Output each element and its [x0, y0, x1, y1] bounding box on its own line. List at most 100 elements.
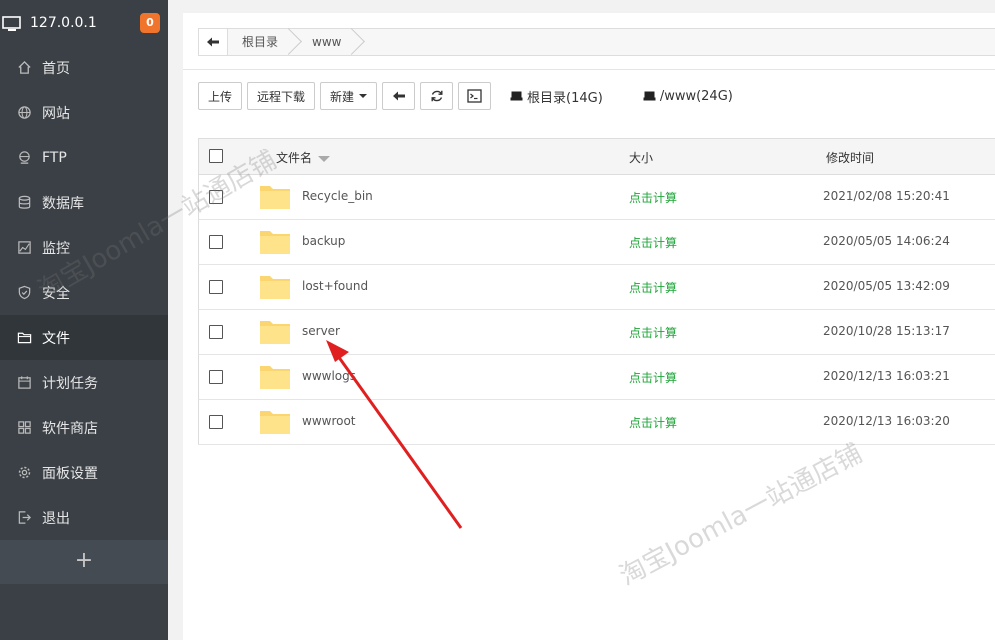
- row-checkbox[interactable]: [209, 370, 223, 384]
- grid-icon: [16, 420, 32, 436]
- row-checkbox[interactable]: [209, 415, 223, 429]
- remote-download-button[interactable]: 远程下载: [247, 82, 316, 110]
- terminal-button[interactable]: [458, 82, 492, 110]
- breadcrumb-item-www[interactable]: www: [298, 29, 355, 55]
- file-size-calc[interactable]: 点击计算: [629, 279, 677, 296]
- sidebar-item-cron[interactable]: 计划任务: [0, 360, 168, 405]
- table-row[interactable]: backup 点击计算 2020/05/05 14:06:24: [198, 220, 995, 265]
- folder-icon: [260, 321, 290, 344]
- row-checkbox[interactable]: [209, 280, 223, 294]
- file-name[interactable]: wwwroot: [302, 414, 356, 428]
- divider: [183, 69, 995, 70]
- file-size-calc[interactable]: 点击计算: [629, 189, 677, 206]
- file-modified-time: 2020/05/05 13:42:09: [823, 279, 950, 293]
- file-modified-time: 2020/12/13 16:03:21: [823, 369, 950, 383]
- server-ip: 127.0.0.1: [30, 14, 97, 31]
- breadcrumb: 根目录 www: [198, 28, 995, 56]
- file-modified-time: 2020/05/05 14:06:24: [823, 234, 950, 248]
- file-modified-time: 2020/12/13 16:03:20: [823, 414, 950, 428]
- row-checkbox[interactable]: [209, 235, 223, 249]
- arrow-left-icon: [392, 91, 405, 101]
- breadcrumb-item-root[interactable]: 根目录: [228, 29, 292, 55]
- column-header-name[interactable]: 文件名: [276, 149, 331, 166]
- row-checkbox[interactable]: [209, 190, 223, 204]
- back-button[interactable]: [382, 82, 416, 110]
- shield-icon: [16, 285, 32, 301]
- gear-icon: [16, 465, 32, 481]
- monitor-chart-icon: [16, 240, 32, 256]
- sidebar-item-website[interactable]: 网站: [0, 90, 168, 135]
- column-header-modified[interactable]: 修改时间: [826, 149, 874, 166]
- toolbar: 上传 远程下载 新建 根目录(14G) /www(24G): [198, 81, 733, 111]
- ftp-globe-icon: [16, 150, 32, 166]
- notification-badge[interactable]: 0: [140, 13, 160, 33]
- select-all-checkbox[interactable]: [209, 149, 223, 163]
- home-icon: [16, 60, 32, 76]
- column-header-name-label: 文件名: [276, 151, 313, 165]
- folder-icon: [260, 411, 290, 434]
- add-menu-button[interactable]: +: [0, 540, 168, 584]
- sidebar-item-monitor[interactable]: 监控: [0, 225, 168, 270]
- file-modified-time: 2021/02/08 15:20:41: [823, 189, 950, 203]
- calendar-icon: [16, 375, 32, 391]
- table-row[interactable]: server 点击计算 2020/10/28 15:13:17: [198, 310, 995, 355]
- file-size-calc[interactable]: 点击计算: [629, 324, 677, 341]
- folder-icon: [260, 231, 290, 254]
- sidebar-item-label: 安全: [42, 285, 70, 302]
- sort-desc-icon: [318, 155, 331, 162]
- caret-down-icon: [359, 94, 368, 98]
- sidebar-item-ftp[interactable]: FTP: [0, 135, 168, 180]
- disk-www-label: /www(24G): [659, 88, 733, 104]
- table-row[interactable]: lost+found 点击计算 2020/05/05 13:42:09: [198, 265, 995, 310]
- file-name[interactable]: server: [302, 324, 340, 338]
- sidebar-item-files[interactable]: 文件: [0, 315, 168, 360]
- breadcrumb-back-button[interactable]: [199, 29, 228, 55]
- sidebar-item-label: 面板设置: [42, 465, 98, 482]
- disk-icon: [643, 91, 656, 101]
- folder-icon: [16, 330, 32, 346]
- folder-icon: [260, 186, 290, 209]
- sidebar-item-settings[interactable]: 面板设置: [0, 450, 168, 495]
- file-table: 文件名 大小 修改时间 Recycle_bin 点击计算 2021/02/08 …: [198, 138, 995, 445]
- disk-icon: [510, 91, 523, 101]
- sidebar-item-label: FTP: [42, 149, 67, 166]
- folder-icon: [260, 366, 290, 389]
- refresh-button[interactable]: [420, 82, 454, 110]
- file-name[interactable]: backup: [302, 234, 345, 248]
- new-dropdown-button[interactable]: 新建: [320, 82, 378, 110]
- table-row[interactable]: wwwlogs 点击计算 2020/12/13 16:03:21: [198, 355, 995, 400]
- refresh-icon: [431, 90, 443, 102]
- sidebar-item-label: 监控: [42, 240, 70, 257]
- sidebar-item-store[interactable]: 软件商店: [0, 405, 168, 450]
- upload-button[interactable]: 上传: [198, 82, 243, 110]
- sidebar-item-label: 数据库: [42, 195, 84, 212]
- server-header[interactable]: 127.0.0.1 0: [0, 0, 168, 45]
- file-manager-panel: 根目录 www 上传 远程下载 新建 根目录(14G) /www(24G) 文件…: [183, 13, 995, 640]
- table-row[interactable]: wwwroot 点击计算 2020/12/13 16:03:20: [198, 400, 995, 445]
- disk-root-label: 根目录(14G): [527, 90, 603, 106]
- sidebar-item-security[interactable]: 安全: [0, 270, 168, 315]
- sidebar-item-database[interactable]: 数据库: [0, 180, 168, 225]
- file-name[interactable]: wwwlogs: [302, 369, 356, 383]
- file-name[interactable]: lost+found: [302, 279, 368, 293]
- sidebar-item-home[interactable]: 首页: [0, 45, 168, 90]
- sidebar-item-label: 文件: [42, 330, 70, 347]
- file-size-calc[interactable]: 点击计算: [629, 414, 677, 431]
- sidebar-item-label: 计划任务: [42, 375, 98, 392]
- terminal-icon: [467, 89, 482, 103]
- file-name[interactable]: Recycle_bin: [302, 189, 373, 203]
- disk-www[interactable]: /www(24G): [643, 89, 733, 104]
- sidebar-item-label: 退出: [42, 510, 70, 527]
- table-row[interactable]: Recycle_bin 点击计算 2021/02/08 15:20:41: [198, 175, 995, 220]
- table-header: 文件名 大小 修改时间: [198, 139, 995, 175]
- row-checkbox[interactable]: [209, 325, 223, 339]
- new-button-label: 新建: [330, 89, 355, 104]
- folder-icon: [260, 276, 290, 299]
- file-size-calc[interactable]: 点击计算: [629, 369, 677, 386]
- arrow-left-icon: [207, 37, 219, 47]
- file-size-calc[interactable]: 点击计算: [629, 234, 677, 251]
- sidebar-item-logout[interactable]: 退出: [0, 495, 168, 540]
- disk-root[interactable]: 根目录(14G): [510, 87, 603, 106]
- sidebar-item-label: 网站: [42, 105, 70, 122]
- database-icon: [16, 195, 32, 211]
